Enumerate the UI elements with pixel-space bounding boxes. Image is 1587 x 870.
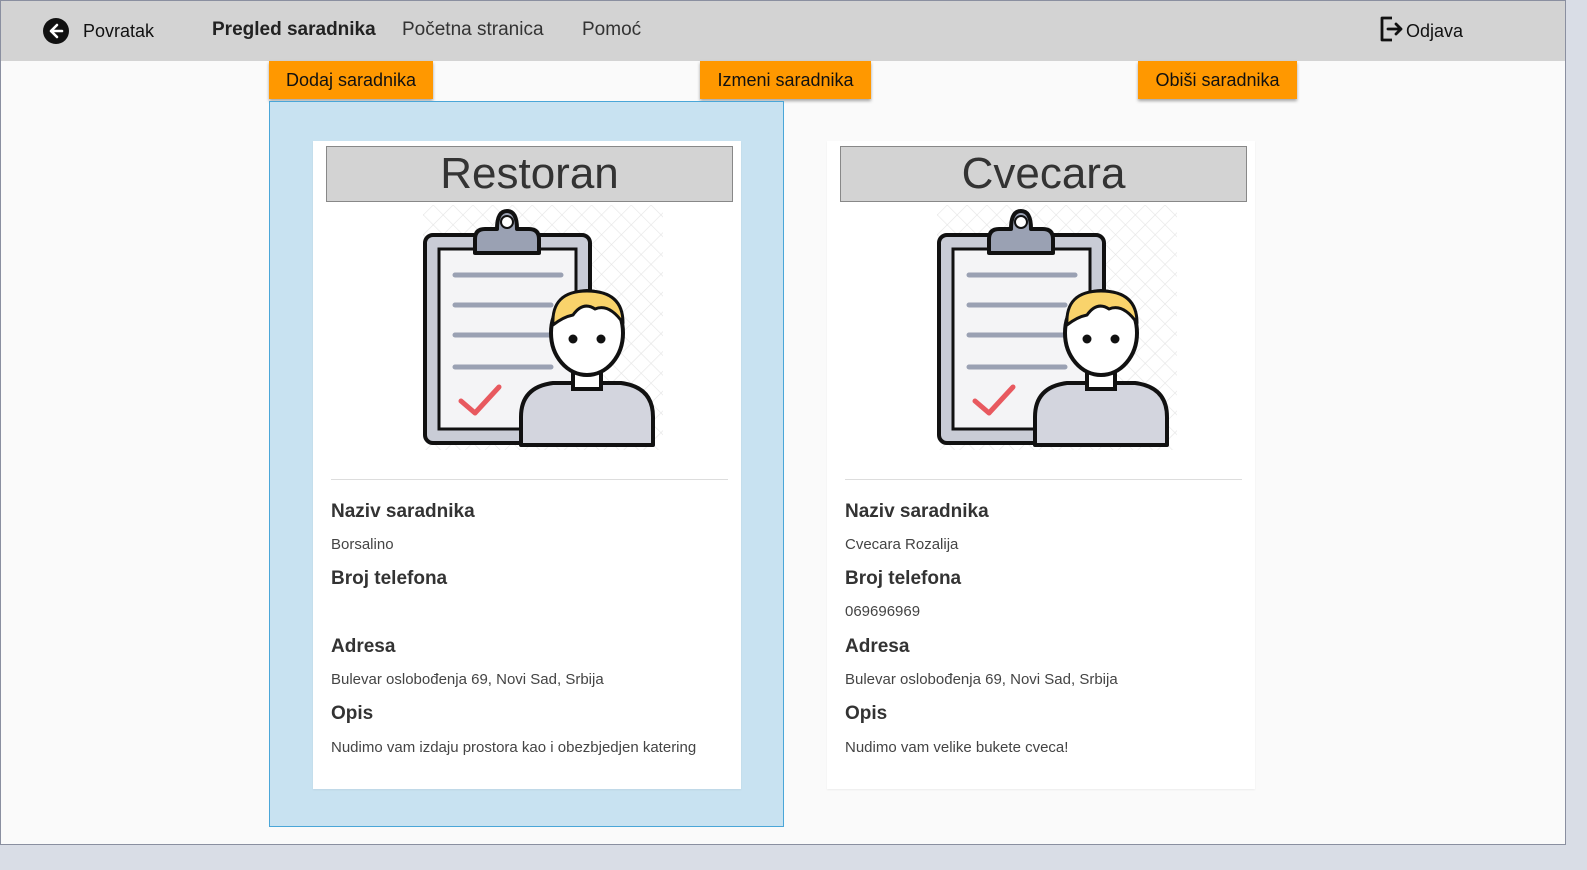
partner-card-restoran[interactable]: Restoran Naziv saradnika Borsalino Broj …	[313, 141, 741, 789]
name-label: Naziv saradnika	[331, 501, 475, 522]
address-label: Adresa	[331, 636, 396, 657]
address-value: Bulevar oslobođenja 69, Novi Sad, Srbija	[331, 671, 604, 688]
card-divider	[845, 479, 1242, 480]
address-value: Bulevar oslobođenja 69, Novi Sad, Srbija	[845, 671, 1118, 688]
phone-label: Broj telefona	[845, 568, 962, 589]
name-value: Borsalino	[331, 536, 394, 553]
clipboard-person-icon	[927, 205, 1177, 455]
address-label: Adresa	[845, 636, 910, 657]
app-window: Povratak Pregled saradnika Početna stran…	[0, 0, 1566, 845]
logout-label: Odjava	[1406, 20, 1464, 41]
delete-partner-button[interactable]: Obiši saradnika	[1138, 61, 1297, 99]
logout-icon	[1378, 15, 1404, 48]
card-category-title: Cvecara	[840, 146, 1247, 202]
description-label: Opis	[331, 703, 374, 724]
nav-link-pregled-saradnika[interactable]: Pregled saradnika	[212, 19, 376, 41]
description-value: Nudimo vam velike bukete cveca!	[845, 739, 1069, 756]
nav-link-pomoc[interactable]: Pomoć	[582, 19, 641, 41]
phone-value: 069696969	[845, 603, 921, 620]
name-label: Naziv saradnika	[845, 501, 989, 522]
top-navbar: Povratak Pregled saradnika Početna stran…	[1, 1, 1565, 61]
phone-label: Broj telefona	[331, 568, 448, 589]
clipboard-person-icon	[413, 205, 663, 455]
name-value: Cvecara Rozalija	[845, 536, 959, 553]
description-label: Opis	[845, 703, 888, 724]
back-button[interactable]: Povratak	[43, 16, 154, 46]
card-divider	[331, 479, 728, 480]
back-label: Povratak	[83, 20, 155, 41]
description-value: Nudimo vam izdaju prostora kao i obezbje…	[331, 739, 697, 756]
logout-button[interactable]: Odjava	[1378, 16, 1463, 46]
card-category-title: Restoran	[326, 146, 733, 202]
nav-link-pocetna-stranica[interactable]: Početna stranica	[402, 19, 544, 41]
arrow-left-icon	[43, 18, 69, 44]
add-partner-button[interactable]: Dodaj saradnika	[269, 61, 433, 99]
partner-card-cvecara[interactable]: Cvecara Naziv saradnika Cvecara Rozalija…	[827, 141, 1255, 789]
edit-partner-button[interactable]: Izmeni saradnika	[700, 61, 871, 99]
